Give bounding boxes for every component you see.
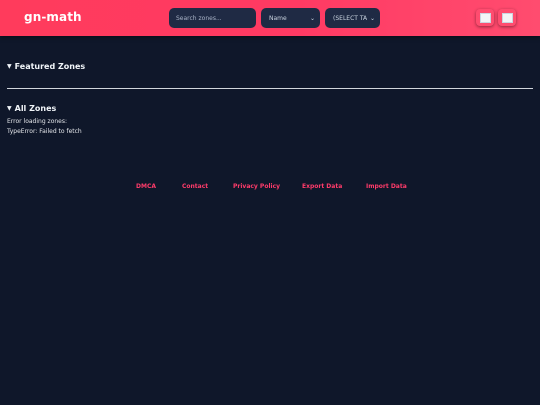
all-zones-title: All Zones [14, 104, 57, 113]
footer-link-export-data[interactable]: Export Data [302, 183, 342, 190]
footer-link-contact[interactable]: Contact [182, 183, 208, 190]
tag-select-value: (SELECT TAG) [333, 14, 367, 22]
footer-link-dmca[interactable]: DMCA [136, 183, 156, 190]
error-message: Error loading zones: [7, 118, 68, 125]
footer-link-privacy-policy[interactable]: Privacy Policy [233, 183, 280, 190]
section-divider [7, 88, 533, 89]
error-detail: TypeError: Failed to fetch [7, 128, 82, 135]
theme-button[interactable] [498, 9, 516, 26]
footer-link-import-data[interactable]: Import Data [366, 183, 407, 190]
sort-select[interactable]: Name ⌄ [261, 8, 320, 28]
theme-icon [501, 12, 513, 23]
top-navbar: gn-math Name ⌄ (SELECT TAG) ⌄ [0, 0, 540, 36]
disclosure-triangle-icon: ▼ [7, 105, 12, 112]
settings-button[interactable] [476, 9, 494, 26]
all-zones-toggle[interactable]: ▼ All Zones [7, 104, 56, 113]
tag-select[interactable]: (SELECT TAG) ⌄ [325, 8, 380, 28]
chevron-down-icon: ⌄ [369, 14, 375, 22]
chevron-down-icon: ⌄ [309, 14, 315, 22]
sort-select-value: Name [269, 14, 287, 22]
settings-icon [479, 12, 491, 23]
featured-zones-title: Featured Zones [14, 62, 86, 71]
featured-zones-toggle[interactable]: ▼ Featured Zones [7, 62, 85, 71]
search-input[interactable] [169, 8, 256, 28]
brand-logo-text[interactable]: gn-math [24, 10, 82, 24]
disclosure-triangle-icon: ▼ [7, 63, 12, 70]
